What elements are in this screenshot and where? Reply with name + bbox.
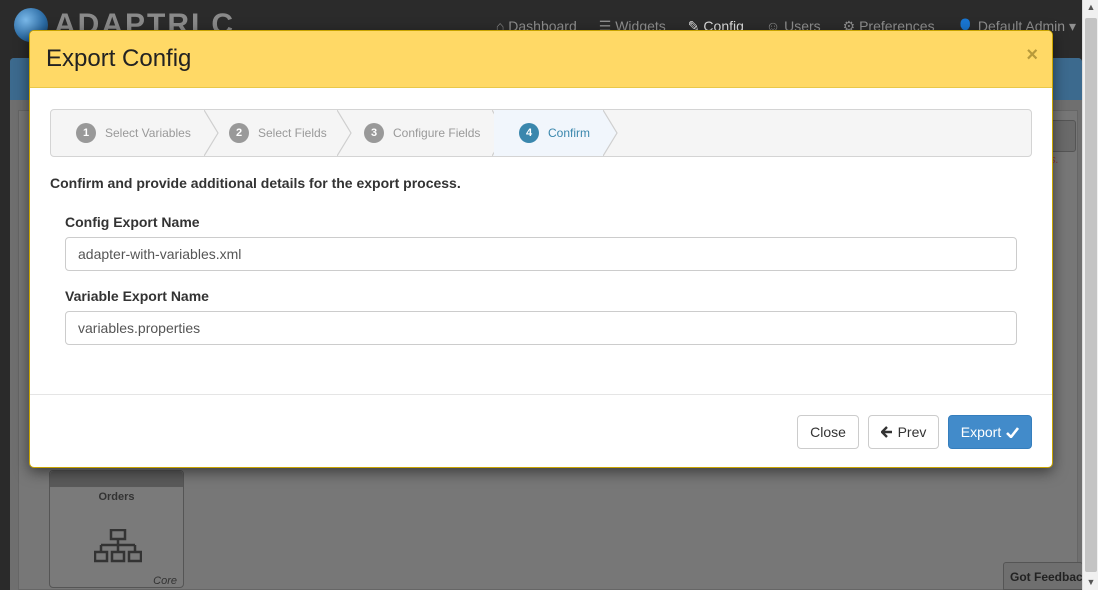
sitemap-icon [94, 529, 142, 563]
widget-card-orders[interactable]: Orders Core [49, 470, 184, 588]
close-icon[interactable]: × [1026, 45, 1038, 65]
config-export-name-label: Config Export Name [65, 214, 200, 230]
modal-header: Export Config × [30, 31, 1052, 88]
page-scrollbar[interactable]: ▲ ▼ [1082, 0, 1098, 590]
scroll-thumb[interactable] [1085, 18, 1097, 572]
step-label: Select Variables [105, 126, 191, 140]
variable-export-name-input[interactable] [65, 311, 1017, 345]
close-button[interactable]: Close [797, 415, 859, 449]
widget-card-title: Orders [98, 491, 135, 503]
wizard-step-select-variables[interactable]: 1 Select Variables [51, 110, 206, 156]
export-button-label: Export [960, 424, 1002, 440]
intro-text: Confirm and provide additional details f… [50, 175, 461, 191]
variable-export-name-label: Variable Export Name [65, 288, 209, 304]
wizard-step-configure-fields[interactable]: 3 Configure Fields [339, 110, 493, 156]
step-label: Configure Fields [393, 126, 481, 140]
step-number-badge: 2 [229, 123, 249, 143]
step-label: Confirm [548, 126, 591, 140]
step-number-badge: 1 [76, 123, 96, 143]
step-number-badge: 3 [364, 123, 384, 143]
export-button[interactable]: Export [948, 415, 1032, 449]
wizard-step-confirm[interactable]: 4 Confirm [494, 110, 604, 156]
widget-card-header [50, 471, 183, 487]
export-config-modal: Export Config × 1 Select Variables 2 Sel… [29, 30, 1053, 468]
checkmark-icon [1006, 426, 1020, 438]
active-step-chevron [603, 110, 618, 156]
close-button-label: Close [810, 424, 846, 440]
modal-title: Export Config [46, 45, 192, 72]
wizard-steps: 1 Select Variables 2 Select Fields 3 Con… [50, 109, 1032, 157]
config-export-name-input[interactable] [65, 237, 1017, 271]
modal-footer: Close Prev Export [30, 394, 1052, 467]
scroll-down-arrow-icon[interactable]: ▼ [1085, 576, 1097, 588]
feedback-tab[interactable]: Got Feedback? [1003, 562, 1083, 590]
scroll-up-arrow-icon[interactable]: ▲ [1085, 1, 1097, 13]
prev-button[interactable]: Prev [868, 415, 939, 449]
step-label: Select Fields [258, 126, 327, 140]
wizard-step-select-fields[interactable]: 2 Select Fields [204, 110, 339, 156]
step-number-badge: 4 [519, 123, 539, 143]
prev-button-label: Prev [897, 424, 927, 440]
arrow-left-icon [880, 426, 892, 438]
widget-card-tag: Core [153, 575, 177, 587]
